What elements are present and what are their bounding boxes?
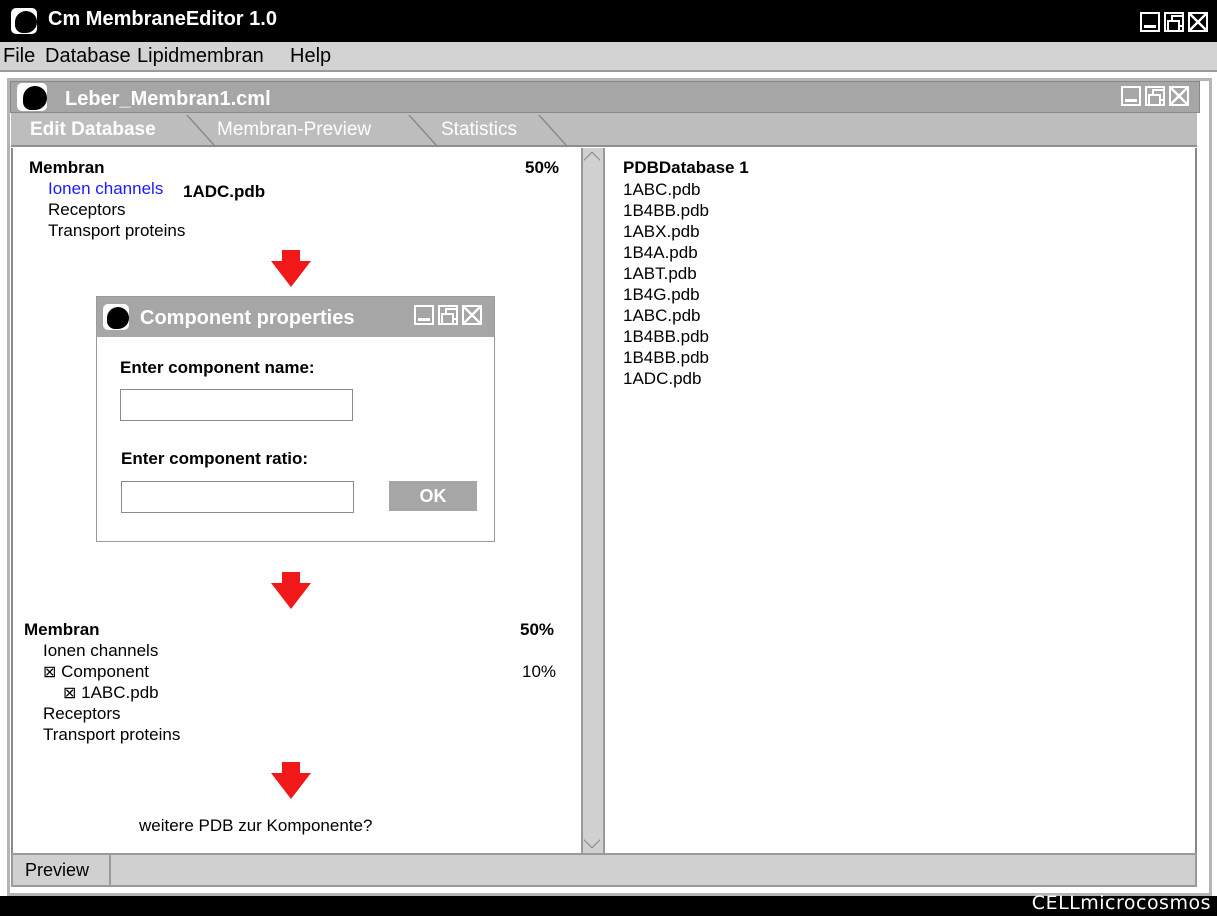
document-maximize-icon[interactable] (1145, 86, 1165, 106)
dragged-pdb-label: 1ADC.pdb (183, 182, 266, 201)
app-titlebar[interactable]: Cm MembraneEditor 1.0 (0, 0, 1217, 42)
document-icon (17, 83, 47, 111)
menu-bar: File Database Lipidmembran Help (0, 42, 1217, 72)
component-name-input[interactable] (120, 389, 353, 421)
tree-item-receptors-result[interactable]: Receptors (43, 704, 120, 724)
tab-bar: Edit Database Membran-Preview Statistics (11, 113, 1197, 147)
pdb-list-item[interactable]: 1B4G.pdb (623, 284, 709, 305)
tab-separator (408, 115, 439, 147)
tab-edit-database[interactable]: Edit Database (30, 119, 156, 141)
pdb-list-item[interactable]: 1B4A.pdb (623, 242, 709, 263)
menu-file[interactable]: File (3, 45, 35, 68)
app-icon (11, 8, 37, 34)
footer-band: CELLmicrocosmos (0, 892, 1217, 916)
pdb-list-item[interactable]: 1ABT.pdb (623, 263, 709, 284)
component-label: Component (61, 662, 150, 681)
tree-root-membran-result[interactable]: Membran (24, 620, 100, 640)
pdb-list-item[interactable]: 1ABC.pdb (623, 179, 709, 200)
pane-divider-scrollbar[interactable] (581, 148, 605, 853)
pdb-list-item[interactable]: 1B4BB.pdb (623, 347, 709, 368)
component-ratio-input[interactable] (121, 481, 354, 513)
scroll-down-icon[interactable] (583, 831, 601, 849)
tree-root-membran[interactable]: Membran (29, 158, 105, 178)
scroll-up-icon[interactable] (583, 151, 601, 169)
membrane-tree-pane: Membran 50% Ionen channels 1ADC.pdb Rece… (11, 148, 581, 853)
flow-arrow-down-icon (271, 250, 311, 288)
dialog-maximize-icon[interactable] (438, 305, 458, 325)
dialog-titlebar[interactable]: Component properties (97, 297, 494, 337)
menu-lipidmembran[interactable]: Lipidmembran (137, 45, 264, 68)
minimize-icon[interactable] (1140, 12, 1160, 32)
tree-item-component-pdb[interactable]: ⊠ 1ABC.pdb (63, 683, 159, 704)
membran-result-percent: 50% (520, 620, 555, 639)
tree-item-ionen-channels-result[interactable]: Ionen channels (43, 641, 158, 661)
flow-arrow-down-icon (271, 572, 311, 610)
tree-item-component[interactable]: ⊠ Component (43, 662, 149, 683)
status-bar: Preview (11, 853, 1197, 887)
tab-separator (186, 115, 217, 147)
document-titlebar[interactable]: Leber_Membran1.cml (10, 81, 1200, 113)
brand-logo: CELLmicrocosmos (1031, 892, 1211, 914)
pdb-list-item[interactable]: 1ABX.pdb (623, 221, 709, 242)
tree-item-transport-proteins-result[interactable]: Transport proteins (43, 725, 180, 745)
document-title: Leber_Membran1.cml (65, 88, 271, 110)
question-text: weitere PDB zur Komponente? (139, 816, 373, 835)
pdb-database-title[interactable]: PDBDatabase 1 (623, 158, 749, 178)
dialog-title: Component properties (140, 307, 355, 329)
tab-statistics[interactable]: Statistics (441, 119, 517, 141)
flow-arrow-down-icon (271, 762, 311, 800)
document-minimize-icon[interactable] (1121, 86, 1141, 106)
dialog-close-icon[interactable] (462, 305, 482, 325)
component-percent: 10% (522, 662, 557, 681)
tab-separator (538, 115, 569, 147)
checkbox-checked-icon[interactable]: ⊠ (63, 685, 76, 702)
component-name-label: Enter component name: (120, 358, 315, 377)
menu-database[interactable]: Database (45, 45, 131, 68)
pdb-list-item[interactable]: 1B4BB.pdb (623, 326, 709, 347)
tree-item-receptors[interactable]: Receptors (48, 200, 125, 220)
pdb-list-item[interactable]: 1B4BB.pdb (623, 200, 709, 221)
component-pdb-label: 1ABC.pdb (81, 683, 159, 702)
dialog-icon (103, 304, 129, 330)
pdb-list: 1ABC.pdb 1B4BB.pdb 1ABX.pdb 1B4A.pdb 1AB… (623, 179, 709, 389)
tree-item-transport-proteins[interactable]: Transport proteins (48, 221, 185, 241)
pdb-list-item[interactable]: 1ABC.pdb (623, 305, 709, 326)
app-title: Cm MembraneEditor 1.0 (48, 8, 277, 30)
component-ratio-label: Enter component ratio: (121, 449, 309, 468)
close-icon[interactable] (1188, 12, 1208, 32)
document-close-icon[interactable] (1169, 86, 1189, 106)
tab-membran-preview[interactable]: Membran-Preview (217, 119, 371, 141)
dialog-minimize-icon[interactable] (414, 305, 434, 325)
pdb-database-pane: PDBDatabase 1 1ABC.pdb 1B4BB.pdb 1ABX.pd… (605, 148, 1197, 853)
checkbox-checked-icon[interactable]: ⊠ (43, 664, 56, 681)
pdb-list-item[interactable]: 1ADC.pdb (623, 368, 709, 389)
tree-item-ionen-channels[interactable]: Ionen channels (48, 179, 163, 199)
menu-help[interactable]: Help (290, 45, 331, 68)
preview-tab[interactable]: Preview (13, 855, 111, 885)
membran-percent: 50% (525, 158, 560, 177)
ok-button[interactable]: OK (389, 481, 477, 511)
component-properties-dialog: Component properties Enter component nam… (96, 296, 495, 542)
maximize-icon[interactable] (1164, 12, 1184, 32)
